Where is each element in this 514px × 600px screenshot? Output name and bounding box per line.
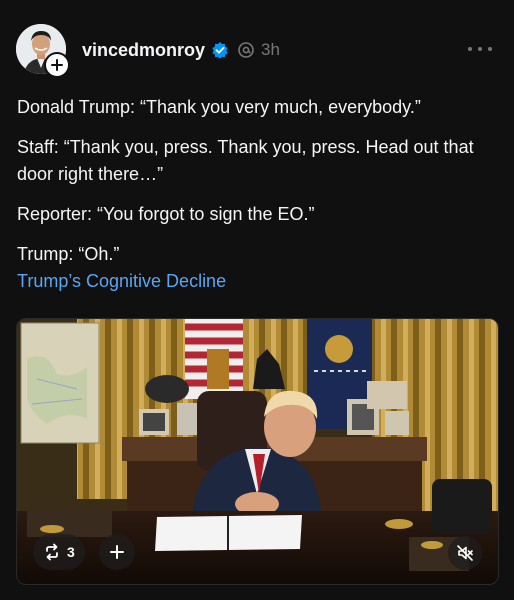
video-player[interactable]: 3: [16, 318, 499, 585]
topic-link[interactable]: Trump’s Cognitive Decline: [17, 268, 487, 295]
speaker-muted-icon: [457, 545, 473, 561]
post-line: Trump: “Oh.”: [17, 244, 120, 264]
author-avatar-container: [16, 24, 70, 78]
post-line: Staff: “Thank you, press. Thank you, pre…: [17, 137, 474, 184]
mute-toggle-button[interactable]: [448, 536, 482, 570]
add-button[interactable]: [99, 534, 135, 570]
post-timestamp: 3h: [261, 40, 280, 59]
post-line: Reporter: “You forgot to sign the EO.”: [17, 204, 315, 224]
repost-icon: [46, 543, 58, 561]
post-card: vincedmonroy 3h Donald Trump: “Thank you…: [0, 0, 514, 600]
repost-button[interactable]: 3: [33, 534, 85, 570]
post-body: Donald Trump: “Thank you very much, ever…: [17, 94, 487, 295]
threads-label-icon: [237, 41, 255, 59]
plus-icon: [51, 59, 63, 71]
video-frame: [17, 319, 498, 584]
post-line: Donald Trump: “Thank you very much, ever…: [17, 97, 421, 117]
post-header: vincedmonroy 3h: [82, 38, 280, 62]
more-horizontal-icon: [468, 47, 472, 51]
follow-button[interactable]: [44, 52, 70, 78]
verified-badge-icon: [211, 41, 229, 59]
repost-count: 3: [67, 544, 75, 560]
more-options-button[interactable]: [468, 40, 492, 58]
author-username[interactable]: vincedmonroy: [82, 40, 205, 61]
plus-icon: [110, 545, 124, 559]
